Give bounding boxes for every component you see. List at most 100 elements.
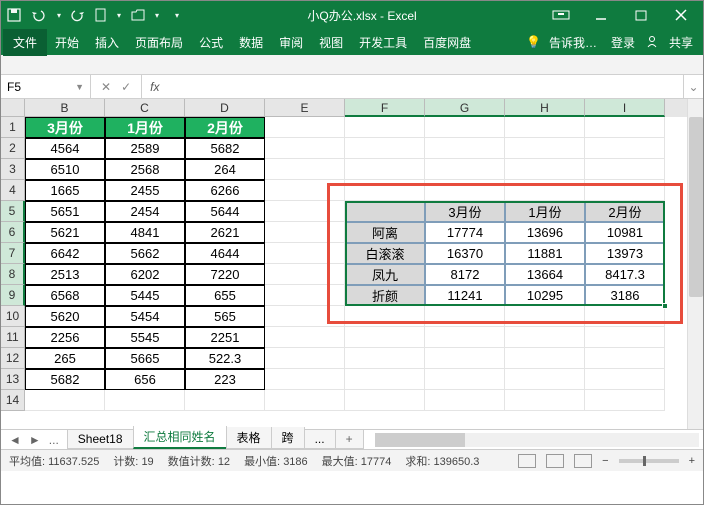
cell[interactable]: 6642 xyxy=(25,243,105,264)
cell[interactable]: 11881 xyxy=(505,243,585,264)
minimize-icon[interactable] xyxy=(585,6,617,24)
cell[interactable]: 10981 xyxy=(585,222,665,243)
cell[interactable] xyxy=(265,201,345,222)
cell[interactable]: 11241 xyxy=(425,285,505,306)
cell[interactable]: 6202 xyxy=(105,264,185,285)
cell[interactable] xyxy=(265,138,345,159)
undo-icon[interactable] xyxy=(31,8,47,22)
cell[interactable]: 223 xyxy=(185,369,265,390)
close-icon[interactable] xyxy=(665,6,697,24)
cell[interactable]: 8172 xyxy=(425,264,505,285)
cell[interactable] xyxy=(265,327,345,348)
v-scroll-thumb[interactable] xyxy=(689,117,703,297)
cell[interactable] xyxy=(585,138,665,159)
cell[interactable] xyxy=(505,138,585,159)
row-1[interactable]: 1 xyxy=(1,117,25,138)
cell[interactable]: 5651 xyxy=(25,201,105,222)
cell[interactable] xyxy=(185,390,265,411)
cell[interactable] xyxy=(345,327,425,348)
name-box-dropdown-icon[interactable]: ▼ xyxy=(75,82,84,92)
cell[interactable] xyxy=(265,348,345,369)
cell[interactable] xyxy=(345,117,425,138)
expand-formula-bar-icon[interactable]: ⌄ xyxy=(683,75,703,98)
share-button[interactable]: 共享 xyxy=(661,30,701,55)
cell[interactable] xyxy=(585,390,665,411)
cell[interactable]: 265 xyxy=(25,348,105,369)
cell[interactable]: 5665 xyxy=(105,348,185,369)
cell[interactable]: 5454 xyxy=(105,306,185,327)
cell[interactable] xyxy=(585,159,665,180)
row-5[interactable]: 5 xyxy=(1,201,25,222)
cell[interactable]: 凤九 xyxy=(345,264,425,285)
cell[interactable] xyxy=(345,159,425,180)
horizontal-scrollbar[interactable] xyxy=(375,433,699,447)
cell[interactable]: 655 xyxy=(185,285,265,306)
cell[interactable] xyxy=(265,369,345,390)
redo-icon[interactable] xyxy=(71,8,85,22)
sheet-tab-more[interactable]: ... xyxy=(304,430,336,449)
cell[interactable]: 4841 xyxy=(105,222,185,243)
cell[interactable]: 522.3 xyxy=(185,348,265,369)
cell[interactable] xyxy=(505,180,585,201)
cell[interactable]: 1月份 xyxy=(105,117,185,138)
sheet-nav-next-icon[interactable]: ► xyxy=(29,433,41,447)
cell[interactable]: 2455 xyxy=(105,180,185,201)
qat-dropdown-icon[interactable]: ▾ xyxy=(57,11,61,20)
col-H[interactable]: H xyxy=(505,99,585,117)
maximize-icon[interactable] xyxy=(625,6,657,24)
cell[interactable]: 5682 xyxy=(25,369,105,390)
cell[interactable] xyxy=(265,306,345,327)
tab-baidu[interactable]: 百度网盘 xyxy=(415,30,479,55)
cell[interactable] xyxy=(265,243,345,264)
cell[interactable] xyxy=(345,348,425,369)
cell[interactable] xyxy=(505,327,585,348)
cell[interactable]: 10295 xyxy=(505,285,585,306)
row-4[interactable]: 4 xyxy=(1,180,25,201)
cell[interactable] xyxy=(425,117,505,138)
cell[interactable] xyxy=(425,369,505,390)
cell[interactable] xyxy=(345,306,425,327)
formula-input[interactable] xyxy=(167,75,683,98)
sheet-tab-3[interactable]: 跨 xyxy=(271,427,305,449)
cell[interactable] xyxy=(265,285,345,306)
zoom-out-icon[interactable]: − xyxy=(602,455,608,467)
select-all-corner[interactable] xyxy=(1,99,25,117)
tab-review[interactable]: 审阅 xyxy=(271,30,311,55)
cell[interactable]: 2月份 xyxy=(585,201,665,222)
cell[interactable]: 13973 xyxy=(585,243,665,264)
cell[interactable]: 白滚滚 xyxy=(345,243,425,264)
row-2[interactable]: 2 xyxy=(1,138,25,159)
cell[interactable] xyxy=(425,138,505,159)
sheet-nav-prev-icon[interactable]: ◄ xyxy=(9,433,21,447)
cell[interactable] xyxy=(425,327,505,348)
cell[interactable]: 1665 xyxy=(25,180,105,201)
cell[interactable] xyxy=(345,138,425,159)
cell[interactable]: 2256 xyxy=(25,327,105,348)
row-14[interactable]: 14 xyxy=(1,390,25,411)
cell[interactable]: 2621 xyxy=(185,222,265,243)
cell[interactable]: 3186 xyxy=(585,285,665,306)
zoom-in-icon[interactable]: + xyxy=(689,455,695,467)
view-normal-icon[interactable] xyxy=(518,454,536,468)
new-file-icon[interactable] xyxy=(95,8,107,22)
cell[interactable]: 6568 xyxy=(25,285,105,306)
vertical-scrollbar[interactable] xyxy=(687,99,703,429)
cell[interactable] xyxy=(505,117,585,138)
cell[interactable]: 2月份 xyxy=(185,117,265,138)
cell[interactable] xyxy=(345,180,425,201)
cell[interactable] xyxy=(105,390,185,411)
col-C[interactable]: C xyxy=(105,99,185,117)
cell[interactable]: 13664 xyxy=(505,264,585,285)
row-13[interactable]: 13 xyxy=(1,369,25,390)
col-B[interactable]: B xyxy=(25,99,105,117)
row-10[interactable]: 10 xyxy=(1,306,25,327)
cell[interactable]: 16370 xyxy=(425,243,505,264)
tab-formulas[interactable]: 公式 xyxy=(191,30,231,55)
qat-dropdown3-icon[interactable]: ▾ xyxy=(155,11,159,20)
cell[interactable] xyxy=(505,159,585,180)
cell[interactable] xyxy=(345,369,425,390)
row-7[interactable]: 7 xyxy=(1,243,25,264)
cell[interactable] xyxy=(505,390,585,411)
tell-me[interactable]: 告诉我… xyxy=(545,30,601,55)
cell[interactable]: 5644 xyxy=(185,201,265,222)
